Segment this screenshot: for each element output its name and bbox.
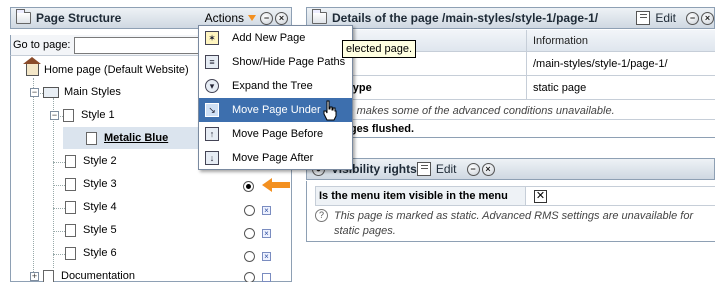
menu-item-move-page-before[interactable]: ↑ Move Page Before [199, 122, 352, 146]
edit-label: Edit [655, 11, 676, 25]
tooltip: elected page. [342, 40, 417, 58]
radio-button[interactable] [244, 205, 255, 216]
menu-item-show-hide-paths[interactable]: ≡ Show/Hide Page Paths [199, 50, 352, 74]
edit-label: Edit [435, 162, 457, 176]
edit-icon [636, 11, 651, 25]
menu-item-label: Move Page Before [232, 128, 324, 140]
visibility-note: This page is marked as static. Advanced … [334, 210, 694, 237]
expand-icon: ▾ [205, 79, 219, 93]
folder-icon [312, 9, 327, 24]
edit-button[interactable]: Edit [416, 162, 457, 176]
page-icon [63, 108, 74, 122]
collapse-icon[interactable]: − [686, 11, 699, 25]
table-row: erving type static page [307, 76, 715, 100]
collapse-toggle-icon[interactable]: − [50, 110, 59, 120]
menu-item-label: Show/Hide Page Paths [232, 56, 346, 68]
tree-item-label: Main Styles [64, 86, 121, 98]
menu-item-expand-tree[interactable]: ▾ Expand the Tree [199, 74, 352, 98]
panel-title: Page Structure [36, 11, 122, 25]
tree-item-label: Style 3 [83, 178, 117, 190]
list-icon: ≡ [205, 55, 219, 69]
visibility-note-row: ? This page is marked as static. Advance… [315, 209, 710, 239]
section-icon [43, 86, 59, 98]
page-icon [65, 223, 76, 237]
flushed-status: atic pages flushed. [306, 120, 715, 138]
radio-button[interactable] [244, 251, 255, 262]
tree-item-label: Style 6 [83, 247, 117, 259]
collapse-icon[interactable]: − [466, 162, 480, 176]
edit-icon [416, 162, 431, 176]
radio-button[interactable] [243, 181, 254, 192]
tree-item-style-5[interactable]: Style 5 [65, 220, 265, 240]
checkbox[interactable]: × [262, 252, 271, 261]
move-after-icon: ↓ [205, 151, 219, 165]
checkbox[interactable]: × [262, 229, 271, 238]
tree-item-style-4[interactable]: Style 4 [65, 197, 265, 217]
table-header-cell: Information [533, 34, 589, 47]
visibility-header: ● Visibility rights Edit − × [306, 158, 715, 180]
visibility-question: Is the menu item visible in the menu [316, 187, 526, 205]
menu-item-label: Expand the Tree [232, 80, 313, 92]
details-header: Details of the page /main-styles/style-1… [306, 7, 715, 29]
page-icon [65, 246, 76, 260]
close-icon[interactable]: × [701, 11, 714, 25]
menu-item-add-new-page[interactable]: ✶ Add New Page [199, 26, 352, 50]
tree-item-label: Style 5 [83, 224, 117, 236]
menu-item-label: Move Page Under [232, 104, 321, 116]
menu-item-move-page-after[interactable]: ↓ Move Page After [199, 146, 352, 170]
radio-button[interactable] [244, 228, 255, 239]
visibility-body: Is the menu item visible in the menu ✕ ?… [306, 181, 715, 242]
tree-item-label: Style 2 [83, 155, 117, 167]
close-icon[interactable]: × [481, 162, 495, 176]
goto-label: Go to page: [13, 39, 71, 51]
folder-icon [16, 9, 31, 24]
tree-item-label: Metalic Blue [104, 132, 169, 144]
tree-item-documentation[interactable]: + Documentation [30, 266, 280, 282]
help-icon: ? [315, 209, 328, 222]
row-value: static page [533, 81, 587, 94]
edit-button[interactable]: Edit [636, 11, 676, 25]
checkbox[interactable] [262, 273, 271, 282]
collapse-toggle-icon[interactable]: − [30, 87, 39, 97]
collapse-icon[interactable]: − [260, 11, 273, 25]
radio-button[interactable] [244, 272, 255, 282]
actions-menu: ✶ Add New Page ≡ Show/Hide Page Paths ▾ … [198, 25, 353, 170]
visibility-row: Is the menu item visible in the menu ✕ [315, 186, 715, 206]
menu-item-label: Add New Page [232, 32, 306, 44]
goto-page-input[interactable] [73, 36, 199, 54]
move-before-icon: ↑ [205, 127, 219, 141]
checkbox[interactable]: × [262, 206, 271, 215]
page-icon [43, 269, 54, 282]
tree-item-label: Style 1 [81, 109, 115, 121]
expand-toggle-icon[interactable]: + [30, 271, 39, 281]
page-icon [65, 200, 76, 214]
page-icon [65, 154, 76, 168]
tree-item-label: Documentation [61, 270, 135, 282]
hand-cursor-icon [323, 100, 337, 121]
home-icon [23, 57, 41, 76]
page-icon [65, 177, 76, 191]
details-title: Details of the page /main-styles/style-1… [332, 11, 599, 25]
actions-button[interactable]: Actions [205, 11, 244, 25]
actions-dropdown-icon[interactable] [248, 15, 256, 21]
page-icon [86, 131, 97, 145]
star-page-icon: ✶ [205, 31, 219, 45]
tree-item-label: Home page (Default Website) [44, 64, 189, 76]
static-note: tic page makes some of the advanced cond… [306, 102, 715, 120]
visibility-checkbox[interactable]: ✕ [534, 189, 547, 203]
tree-item-style-3[interactable]: Style 3 [65, 174, 265, 194]
move-under-icon: ↘ [205, 103, 219, 117]
tree-item-label: Style 4 [83, 201, 117, 213]
close-icon[interactable]: × [275, 11, 288, 25]
tree-item-style-6[interactable]: Style 6 [65, 243, 265, 263]
arrow-left-icon [262, 178, 290, 192]
menu-item-label: Move Page After [232, 152, 314, 164]
row-value: /main-styles/style-1/page-1/ [533, 57, 668, 70]
